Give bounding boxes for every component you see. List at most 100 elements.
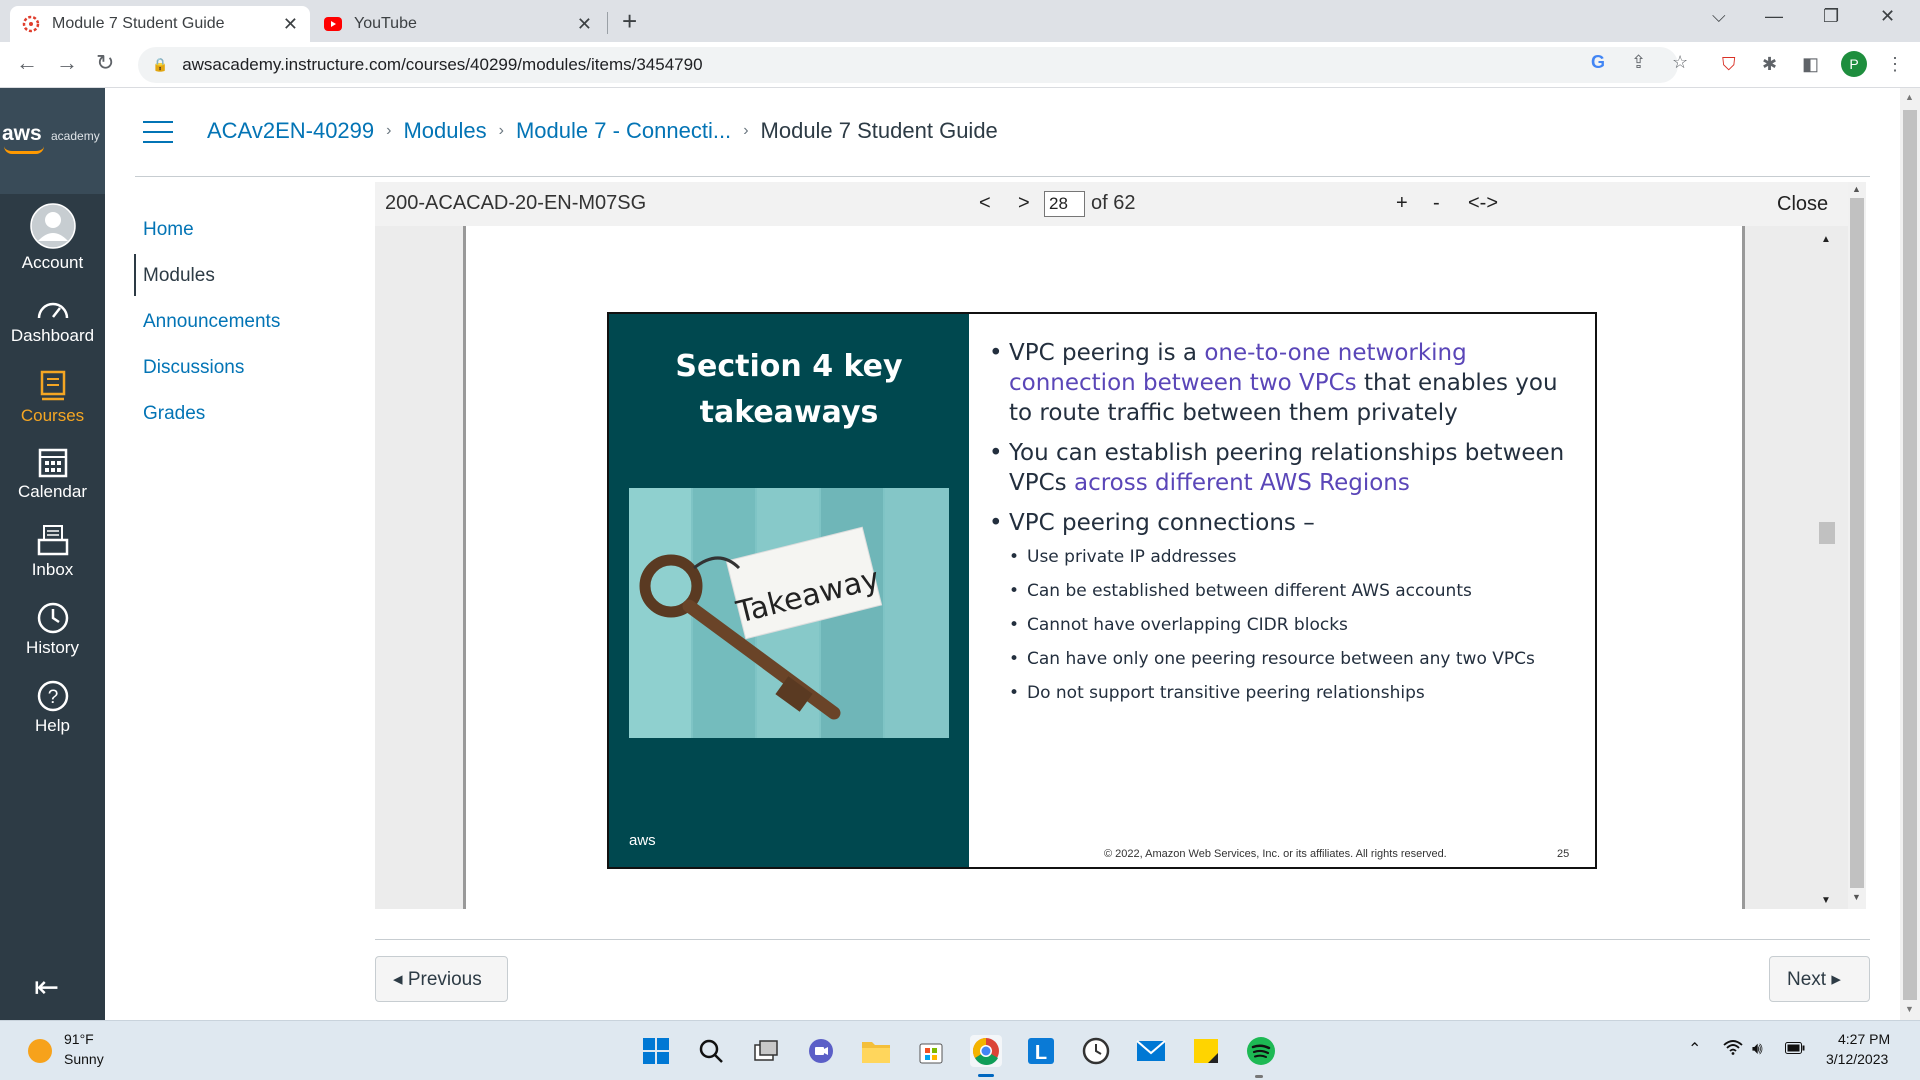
url-text: awsacademy.instructure.com/courses/40299… bbox=[182, 55, 703, 74]
bookmark-star-icon[interactable]: ☆ bbox=[1672, 52, 1688, 73]
nav-help[interactable]: ? Help bbox=[0, 680, 105, 736]
clock-time[interactable]: 4:27 PM bbox=[1838, 1031, 1890, 1047]
scroll-thumb[interactable] bbox=[1850, 198, 1864, 888]
course-nav-discussions[interactable]: Discussions bbox=[143, 357, 244, 379]
sun-icon[interactable] bbox=[28, 1039, 52, 1063]
slide: Section 4 key takeaways Takeaway aws • V… bbox=[607, 312, 1597, 869]
course-menu-icon[interactable] bbox=[143, 121, 173, 143]
scroll-down-arrow-icon[interactable]: ▼ bbox=[1852, 892, 1861, 902]
side-panel-icon[interactable]: ◧ bbox=[1802, 54, 1819, 75]
nav-label: Help bbox=[35, 716, 70, 735]
profile-avatar[interactable]: P bbox=[1841, 51, 1867, 77]
share-icon[interactable]: ⇪ bbox=[1631, 52, 1646, 73]
close-viewer-button[interactable]: Close bbox=[1777, 193, 1828, 216]
nav-label: Inbox bbox=[31, 560, 74, 579]
weather-temperature[interactable]: 91°F bbox=[64, 1031, 94, 1047]
account-icon bbox=[29, 203, 76, 249]
task-view-icon[interactable] bbox=[750, 1035, 782, 1067]
bullet-vpc-peering: VPC peering is a one-to-one networking c… bbox=[989, 338, 1579, 428]
mail-icon[interactable] bbox=[1135, 1035, 1167, 1067]
chevron-right-icon: › bbox=[743, 122, 749, 139]
nav-calendar[interactable]: Calendar bbox=[0, 446, 105, 502]
scroll-thumb[interactable] bbox=[1819, 522, 1835, 544]
microsoft-store-icon[interactable] bbox=[915, 1035, 947, 1067]
clock-app-icon[interactable] bbox=[1080, 1035, 1112, 1067]
viewer-scrollbar[interactable]: ▲ ▼ bbox=[1848, 182, 1866, 909]
scroll-up-arrow-icon[interactable]: ▲ bbox=[1905, 92, 1914, 102]
close-tab-icon[interactable]: ✕ bbox=[283, 14, 298, 35]
nav-inbox[interactable]: Inbox bbox=[0, 524, 105, 580]
scroll-down-arrow-icon[interactable]: ▼ bbox=[1905, 1004, 1914, 1014]
clock-date[interactable]: 3/12/2023 bbox=[1826, 1051, 1888, 1067]
nav-dashboard[interactable]: Dashboard bbox=[0, 296, 105, 346]
show-hidden-icons-chevron-icon[interactable]: ⌃ bbox=[1688, 1039, 1701, 1059]
battery-icon[interactable] bbox=[1785, 1039, 1805, 1059]
google-translate-icon[interactable]: G bbox=[1591, 52, 1605, 73]
slide-bullets: VPC peering is a one-to-one networking c… bbox=[989, 338, 1579, 710]
tab-search-chevron-icon[interactable]: ⌵ bbox=[1712, 6, 1726, 27]
scroll-down-arrow-icon[interactable]: ▼ bbox=[1821, 895, 1831, 906]
breadcrumb-course[interactable]: ACAv2EN-40299 bbox=[207, 118, 374, 144]
prev-page-button[interactable]: < bbox=[979, 192, 991, 215]
wifi-icon[interactable] bbox=[1723, 1039, 1743, 1060]
inner-scrollbar[interactable]: ▲ ▼ bbox=[1817, 232, 1835, 909]
windows-start-icon[interactable] bbox=[640, 1035, 672, 1067]
scroll-up-arrow-icon[interactable]: ▲ bbox=[1852, 184, 1861, 194]
scroll-thumb[interactable] bbox=[1903, 110, 1917, 1000]
sub-bullet: Do not support transitive peering relati… bbox=[989, 676, 1579, 710]
teams-chat-icon[interactable] bbox=[805, 1035, 837, 1067]
tab-youtube[interactable]: YouTube ✕ bbox=[312, 6, 604, 42]
scroll-up-arrow-icon[interactable]: ▲ bbox=[1821, 234, 1831, 245]
nav-history[interactable]: History bbox=[0, 602, 105, 658]
breadcrumb-module7[interactable]: Module 7 - Connecti... bbox=[516, 118, 731, 144]
zoom-in-button[interactable]: + bbox=[1396, 192, 1408, 215]
header-divider bbox=[135, 176, 1870, 177]
course-nav-home[interactable]: Home bbox=[143, 219, 194, 241]
course-nav-announcements[interactable]: Announcements bbox=[143, 311, 280, 333]
restore-icon[interactable]: ❐ bbox=[1823, 6, 1839, 27]
tab-module7[interactable]: Module 7 Student Guide ✕ bbox=[10, 6, 310, 42]
courses-icon bbox=[40, 370, 65, 401]
weather-description[interactable]: Sunny bbox=[64, 1051, 104, 1067]
close-window-icon[interactable]: ✕ bbox=[1880, 6, 1895, 27]
zoom-out-button[interactable]: - bbox=[1433, 192, 1440, 215]
help-icon: ? bbox=[37, 680, 68, 712]
previous-button[interactable]: ◂ Previous bbox=[375, 956, 508, 1002]
l-app-icon[interactable]: L bbox=[1025, 1035, 1057, 1067]
forward-icon[interactable]: → bbox=[56, 50, 78, 76]
svg-text:?: ? bbox=[47, 687, 58, 708]
next-button[interactable]: Next ▸ bbox=[1769, 956, 1870, 1002]
next-page-button[interactable]: > bbox=[1018, 192, 1030, 215]
extension-shield-icon[interactable]: ⛉ bbox=[1722, 54, 1736, 75]
sticky-notes-icon[interactable] bbox=[1190, 1035, 1222, 1067]
page-scrollbar[interactable]: ▲ ▼ bbox=[1900, 88, 1920, 1020]
calendar-icon bbox=[38, 448, 67, 478]
chrome-icon[interactable] bbox=[970, 1035, 1002, 1067]
course-nav-modules[interactable]: Modules bbox=[143, 265, 215, 287]
nav-label: Dashboard bbox=[10, 326, 95, 345]
course-nav-grades[interactable]: Grades bbox=[143, 403, 205, 425]
reload-icon[interactable]: ↻ bbox=[96, 50, 114, 76]
back-icon[interactable]: ← bbox=[16, 50, 38, 76]
page-number-input[interactable] bbox=[1044, 191, 1085, 217]
aws-academy-logo[interactable]: aws academy bbox=[0, 88, 105, 194]
spotify-icon[interactable] bbox=[1245, 1035, 1277, 1067]
nav-courses[interactable]: Courses bbox=[0, 370, 105, 426]
fit-width-button[interactable]: <-> bbox=[1468, 192, 1498, 215]
search-icon[interactable] bbox=[695, 1035, 727, 1067]
close-tab-icon[interactable]: ✕ bbox=[577, 14, 592, 35]
breadcrumb-modules[interactable]: Modules bbox=[403, 118, 486, 144]
nav-account[interactable]: Account bbox=[0, 203, 105, 273]
address-bar[interactable]: 🔒 awsacademy.instructure.com/courses/402… bbox=[138, 47, 1678, 83]
file-explorer-icon[interactable] bbox=[860, 1035, 892, 1067]
slide-title: Section 4 key takeaways bbox=[675, 349, 903, 430]
minimize-icon[interactable]: — bbox=[1765, 6, 1783, 27]
breadcrumb-current: Module 7 Student Guide bbox=[760, 118, 998, 143]
slide-copyright: © 2022, Amazon Web Services, Inc. or its… bbox=[1104, 848, 1447, 860]
chrome-menu-icon[interactable]: ⋮ bbox=[1886, 54, 1904, 75]
volume-icon[interactable]: 🔊︎ bbox=[1752, 1039, 1763, 1059]
youtube-favicon-icon bbox=[324, 15, 342, 33]
extensions-puzzle-icon[interactable]: ✱ bbox=[1762, 54, 1777, 75]
collapse-nav-icon[interactable]: ⇤ bbox=[34, 970, 59, 1005]
new-tab-icon[interactable]: + bbox=[622, 6, 637, 37]
